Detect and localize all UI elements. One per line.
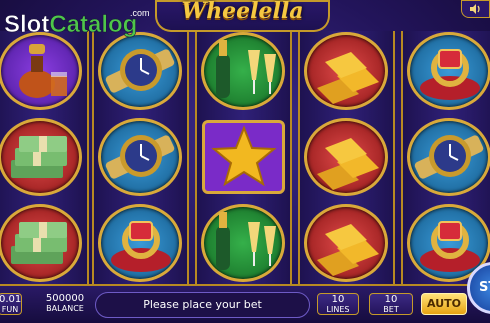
lines-label: LINES <box>326 305 350 314</box>
svg-text:SlotCatalog: SlotCatalog <box>4 11 137 38</box>
autoplay-button[interactable]: AUTO <box>421 293 467 315</box>
balance-value: 500000 <box>45 293 85 304</box>
reel-5 <box>401 31 490 284</box>
reel-1 <box>0 31 89 284</box>
coin-value-selector[interactable]: 0.01 FUN <box>0 293 22 315</box>
balance-display: 500000 BALANCE <box>42 293 88 315</box>
lines-selector[interactable]: 10 LINES <box>317 293 359 315</box>
symbol-money-stack <box>0 204 84 282</box>
sound-icon <box>470 4 480 14</box>
symbol-champagne <box>200 204 287 282</box>
sound-toggle-button[interactable] <box>461 0 490 18</box>
symbol-ruby-ring <box>97 204 184 282</box>
reel-4 <box>298 31 395 284</box>
status-message: Please place your bet <box>95 292 310 318</box>
bet-value: 10 <box>384 294 398 305</box>
game-title: Wheelella <box>181 0 304 24</box>
symbol-cognac-and-whiskey <box>0 32 84 110</box>
symbol-gold-bars <box>303 204 390 282</box>
control-bar: 0.01 FUN 500000 BALANCE Please place you… <box>0 284 490 323</box>
symbol-ruby-ring <box>406 32 490 110</box>
symbol-champagne <box>200 32 287 110</box>
balance-label: BALANCE <box>46 304 84 313</box>
game-title-banner: Wheelella <box>155 0 330 32</box>
symbol-gold-watch <box>97 32 184 110</box>
reel-area <box>0 31 490 284</box>
symbol-money-stack <box>0 118 84 196</box>
symbol-gold-bars <box>303 32 390 110</box>
coin-value: 0.01 <box>0 294 22 305</box>
slotcatalog-watermark-logo: SlotCatalog .com <box>4 8 154 38</box>
symbol-gold-star <box>200 118 287 196</box>
svg-text:.com: .com <box>130 8 150 18</box>
coin-unit: FUN <box>1 305 19 314</box>
reel-3 <box>195 31 292 284</box>
lines-value: 10 <box>331 294 345 305</box>
bet-selector[interactable]: 10 BET <box>369 293 413 315</box>
game-stage: SlotCatalog .com Wheelella 0.01 FUN 5000… <box>0 0 490 323</box>
symbol-gold-watch <box>97 118 184 196</box>
reel-2 <box>92 31 189 284</box>
bet-label: BET <box>383 305 399 314</box>
symbol-gold-watch <box>406 118 490 196</box>
symbol-gold-bars <box>303 118 390 196</box>
